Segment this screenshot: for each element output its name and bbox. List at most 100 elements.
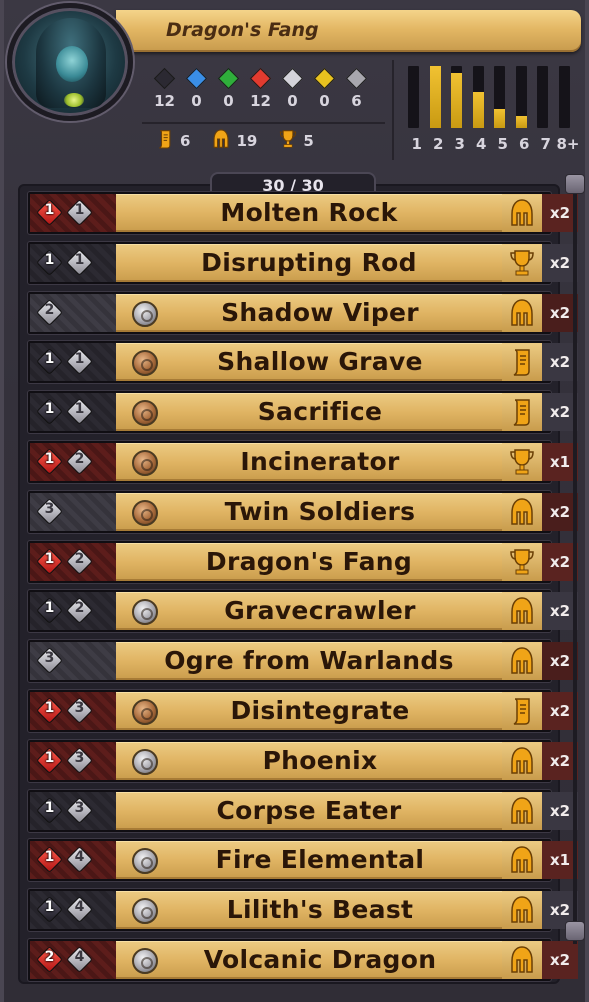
mana-curve-bar (451, 66, 462, 128)
mana-curve-fill (451, 73, 462, 128)
type-count-0: 6 (156, 128, 190, 154)
helmet-icon (502, 791, 542, 830)
card-row[interactable]: 1 1 Molten Rock x2 (27, 191, 578, 235)
grey-gem-icon (345, 67, 368, 90)
card-row[interactable]: 1 3 Corpse Eater x2 (27, 788, 578, 833)
red-cost-gem-icon: 1 (36, 199, 63, 226)
red-gem-icon (249, 67, 272, 90)
card-row[interactable]: 3 Ogre from Warlands x2 (27, 639, 578, 684)
gem-count-6: 6 (344, 67, 369, 110)
cost-value: 1 (74, 251, 85, 268)
mana-curve-label: 5 (497, 135, 508, 153)
cost-value: 3 (44, 500, 55, 517)
cost-value: 4 (74, 949, 85, 965)
white-gem-icon (281, 67, 304, 90)
white-cost-gem-icon: 2 (66, 448, 93, 475)
helmet-icon (502, 642, 542, 681)
scrollbar-top-thumb[interactable] (565, 174, 585, 194)
type-count-value: 19 (236, 132, 258, 150)
helmet-icon (502, 592, 542, 631)
cost-value: 1 (44, 799, 55, 816)
card-name: Shadow Viper (221, 297, 419, 327)
card-row[interactable]: 2 Shadow Viper x2 (27, 290, 578, 335)
trophy-icon (279, 128, 297, 154)
gem-count-1: 0 (184, 67, 209, 110)
trophy-icon (502, 443, 542, 481)
helmet-icon (502, 841, 542, 880)
white-cost-gem-icon: 1 (66, 348, 93, 376)
red-cost-gem-icon: 1 (36, 846, 63, 874)
cost-value: 1 (74, 351, 85, 368)
card-row[interactable]: 1 1 Sacrifice x2 (27, 390, 578, 435)
mana-curve-fill (472, 92, 484, 128)
white-cost-gem-icon: 1 (66, 398, 93, 426)
card-row[interactable]: 1 1 Disrupting Rod x2 (27, 240, 578, 285)
card-row[interactable]: 2 4 Volcanic Dragon x2 (27, 938, 578, 982)
card-name: Molten Rock (220, 198, 398, 227)
blue-gem-icon (185, 67, 208, 90)
card-row[interactable]: 1 4 Lilith's Beast x2 (27, 888, 578, 933)
gem-count-value: 0 (223, 92, 234, 110)
cost-value: 2 (74, 451, 85, 467)
mana-curve: 1 2 3 4 5 6 7 8+ (392, 60, 580, 160)
black-cost-gem-icon: 1 (36, 348, 63, 376)
cost-value: 3 (74, 749, 85, 766)
gem-count-value: 0 (287, 92, 298, 110)
card-row[interactable]: 1 1 Shallow Grave x2 (27, 340, 578, 385)
helmet-icon (212, 128, 230, 154)
deck-title: Dragon's Fang (166, 19, 319, 41)
green-gem-icon (217, 67, 240, 90)
type-count-2: 5 (279, 128, 314, 154)
card-row[interactable]: 1 3 Disintegrate x2 (27, 689, 578, 733)
gem-count-value: 0 (191, 92, 202, 110)
gem-count-2: 0 (216, 67, 241, 110)
mana-curve-bar (429, 66, 441, 128)
mana-curve-label: 6 (519, 135, 530, 153)
black-cost-gem-icon: 1 (36, 597, 63, 625)
card-name: Corpse Eater (216, 795, 402, 825)
card-row[interactable]: 1 2 Dragon's Fang x2 (27, 539, 578, 584)
scrollbar-track[interactable] (573, 184, 577, 944)
deck-stats: 12 0 0 12 0 0 6 6 19 5 (142, 62, 385, 159)
cost-value: 4 (74, 849, 85, 866)
white-cost-gem-icon: 4 (66, 946, 93, 973)
helmet-icon (502, 941, 542, 979)
card-name: Shallow Grave (217, 347, 423, 377)
card-name: Fire Elemental (215, 845, 425, 875)
card-type-counts: 6 19 5 (156, 128, 314, 154)
mana-curve-label: 8+ (556, 135, 580, 153)
skull-face-shape (56, 46, 88, 82)
black-cost-gem-icon: 1 (36, 796, 63, 824)
card-row[interactable]: 1 4 Fire Elemental x1 (27, 838, 578, 883)
black-cost-gem-icon: 1 (36, 248, 63, 276)
card-row[interactable]: 3 Twin Soldiers x2 (27, 489, 578, 534)
gem-counts: 12 0 0 12 0 0 6 (152, 67, 369, 110)
trophy-icon (502, 542, 542, 581)
type-count-value: 5 (303, 132, 314, 150)
scrollbar-bottom-thumb[interactable] (565, 921, 585, 941)
gem-count-value: 12 (154, 92, 175, 110)
cost-value: 1 (44, 251, 55, 268)
gem-count-value: 0 (319, 92, 330, 110)
mana-curve-bar (472, 66, 484, 128)
deck-title-bar[interactable]: Dragon's Fang (116, 10, 581, 52)
mana-curve-labels: 1 2 3 4 5 6 7 8+ (406, 135, 580, 153)
mana-curve-fill (429, 66, 441, 128)
cost-value: 4 (74, 899, 85, 916)
cost-value: 1 (44, 202, 55, 218)
card-row[interactable]: 1 2 Gravecrawler x2 (27, 589, 578, 634)
card-row[interactable]: 1 3 Phoenix x2 (27, 738, 578, 783)
card-row[interactable]: 1 2 Incinerator x1 (27, 440, 578, 484)
helmet-icon (502, 492, 542, 531)
mana-curve-bar (558, 66, 570, 128)
cost-value: 3 (44, 650, 55, 667)
mana-curve-fill (494, 109, 505, 128)
mana-curve-bar (537, 66, 548, 128)
helmet-icon (502, 891, 542, 930)
red-cost-gem-icon: 1 (36, 746, 63, 774)
hero-portrait-avatar[interactable] (7, 3, 133, 121)
scroll-icon (502, 692, 542, 730)
gem-count-0: 12 (152, 67, 177, 110)
card-name: Disintegrate (230, 696, 410, 725)
cost-value: 1 (44, 899, 55, 916)
